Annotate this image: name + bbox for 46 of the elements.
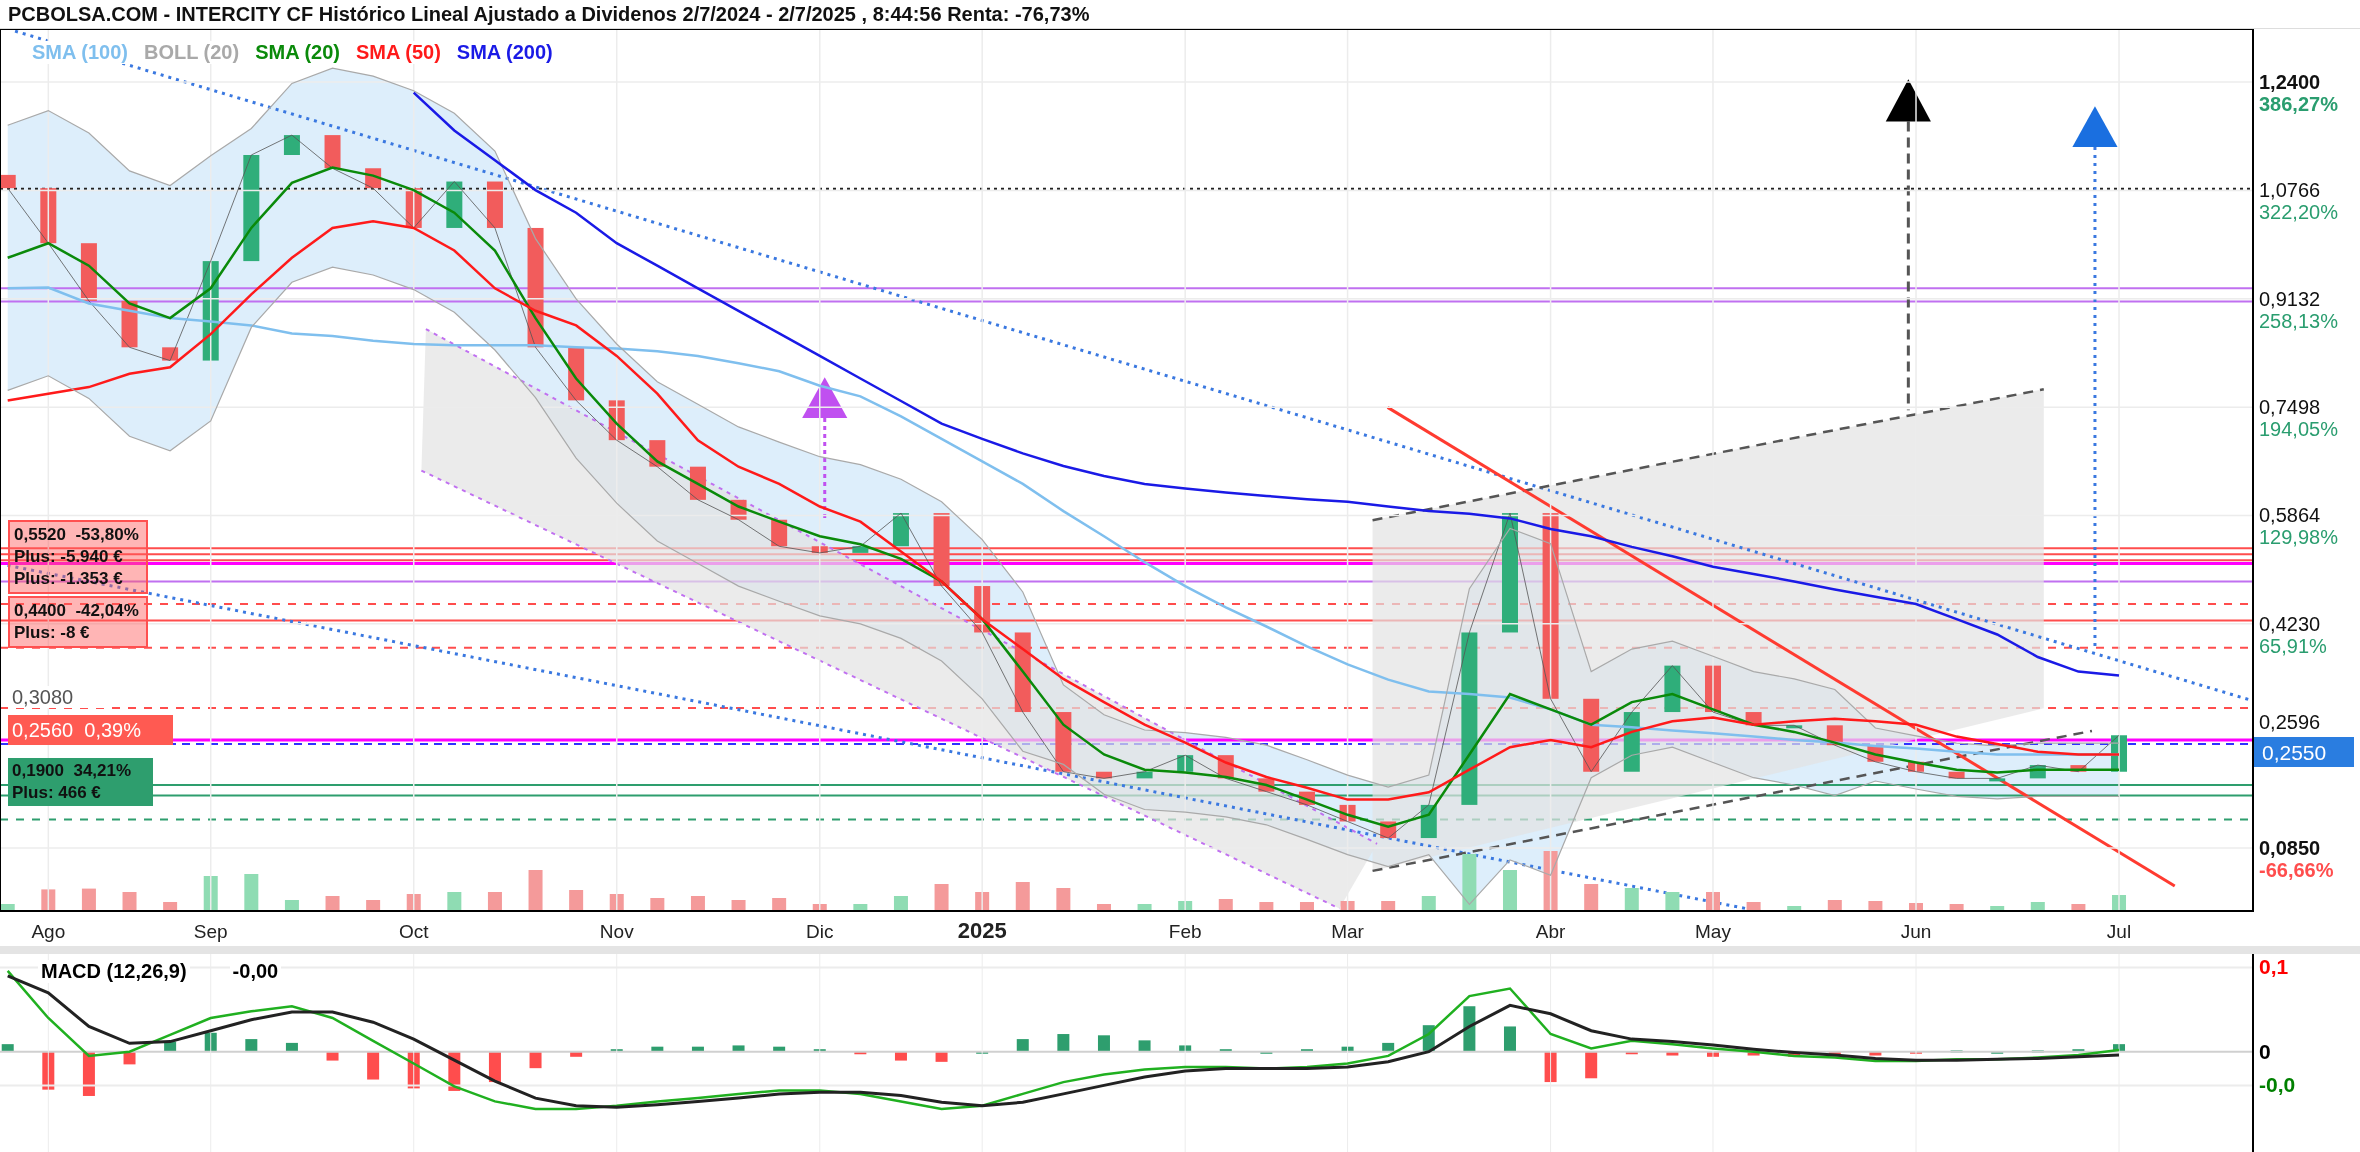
legend-label: SMA (100): [30, 41, 130, 64]
month-label: Dic: [806, 921, 834, 942]
macd-axis-label: 0: [2259, 1039, 2271, 1063]
change-label: 194,05%: [2259, 418, 2338, 441]
price-tick-label: 0,0850: [2259, 837, 2321, 859]
price-tick-label: 0,2596: [2259, 711, 2321, 733]
price-tick-label: 1,2400: [2259, 71, 2321, 94]
month-label: Oct: [398, 921, 429, 942]
tag-label: 0,2560 0,39%: [12, 718, 142, 743]
macd-axis-label: -0,0: [2259, 1073, 2296, 1097]
month-label: Nov: [599, 921, 634, 942]
month-label: 2025: [957, 918, 1007, 943]
tag-label: Plus: -8 €: [14, 622, 91, 644]
tag-label: Plus: -5.940 €: [14, 546, 124, 568]
price-label: 0,3080: [12, 686, 104, 708]
tag-label: 0,4400 -42,04%: [14, 600, 140, 622]
change-label: -66,66%: [2259, 859, 2334, 881]
change-label: 322,20%: [2259, 201, 2338, 224]
tag-label: 0,1900 34,21%: [12, 760, 133, 782]
change-label: 65,91%: [2259, 634, 2327, 657]
month-label: Ago: [31, 921, 66, 942]
macd-axis-label: 0,1: [2259, 955, 2289, 979]
last-price-badge: 0,2550: [2254, 737, 2354, 767]
price-tick-label: 0,7498: [2259, 396, 2321, 419]
tag-label: Plus: -1.353 €: [14, 568, 124, 590]
month-label: Feb: [1168, 921, 1202, 942]
chart-title: PCBOLSA.COM - INTERCITY CF Histórico Lineal Ajustado a Dividenos 2/7/2024 - 2/7/2025 , 8:44:56 Renta: -76,73%: [7, 2, 1091, 27]
legend-label: SMA (200): [454, 41, 555, 64]
month-label: May: [1695, 921, 1731, 942]
change-label: 386,27%: [2259, 93, 2338, 116]
month-label: Jul: [2106, 921, 2132, 942]
month-label: Mar: [1331, 921, 1364, 942]
legend-label: SMA (50): [354, 41, 443, 64]
legend-label: SMA (20): [253, 41, 342, 64]
change-label: 258,13%: [2259, 309, 2338, 332]
price-tick-label: 0,9132: [2259, 287, 2321, 310]
tag-label: Plus: 466 €: [12, 782, 102, 804]
tag-label: 0,5520 -53,80%: [14, 524, 140, 546]
month-label: Abr: [1535, 921, 1566, 942]
indicator-title: MACD (12,26,9): [38, 960, 190, 983]
price-tick-label: 1,0766: [2259, 179, 2321, 202]
change-label: 129,98%: [2259, 526, 2338, 549]
month-label: Jun: [1900, 921, 1932, 942]
price-tick-label: 0,4230: [2259, 612, 2321, 635]
price-tick-label: 0,5864: [2259, 504, 2321, 527]
month-label: Sep: [193, 921, 228, 942]
